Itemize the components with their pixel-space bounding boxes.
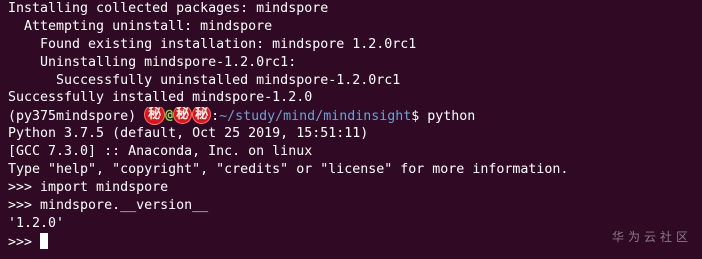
repl-active-prompt-line[interactable]: >>> <box>8 232 702 251</box>
typed-command: python <box>427 109 476 125</box>
output-line: Installing collected packages: mindspore <box>8 1 329 16</box>
text-cursor[interactable] <box>40 232 49 249</box>
red-seal-stamp-icon: 秘 <box>144 107 166 126</box>
output-line: Successfully installed mindspore-1.2.0 <box>8 90 313 106</box>
output-line: Uninstalling mindspore-1.2.0rc1: <box>8 54 297 70</box>
redacted-username: 秘 @ 秘秘 <box>144 107 212 126</box>
repl-result-line: '1.2.0' <box>8 215 65 231</box>
python-output-line: Type "help", "copyright", "credits" or "… <box>8 162 569 178</box>
python-output-line: Python 3.7.5 (default, Oct 25 2019, 15:5… <box>8 126 369 142</box>
terminal-window[interactable]: Installing collected packages: mindspore… <box>0 0 702 259</box>
shell-prompt-line: (py375mindspore) 秘 @ 秘秘:~/study/mind/mindi… <box>8 107 702 126</box>
prompt-at-sign: @ <box>165 108 174 124</box>
repl-input-line: >>> mindspore.__version__ <box>8 197 209 213</box>
output-line: Attempting uninstall: mindspore <box>8 18 273 34</box>
working-directory-path: ~/study/mind/mindinsight <box>219 109 412 125</box>
conda-env-label: (py375mindspore) <box>8 109 145 125</box>
red-seal-stamp-icon: 秘 <box>173 107 193 125</box>
red-seal-stamp-icon: 秘 <box>192 107 212 125</box>
prompt-separator: : <box>211 109 220 125</box>
prompt-dollar: $ <box>411 109 428 125</box>
watermark: 华为云社区 <box>611 230 692 244</box>
output-line: Successfully uninstalled mindspore-1.2.0… <box>8 72 401 88</box>
output-line: Found existing installation: mindspore 1… <box>8 36 417 52</box>
repl-prompt: >>> <box>8 234 41 250</box>
repl-input-line: >>> import mindspore <box>8 179 169 195</box>
python-output-line: [GCC 7.3.0] :: Anaconda, Inc. on linux <box>8 144 313 160</box>
